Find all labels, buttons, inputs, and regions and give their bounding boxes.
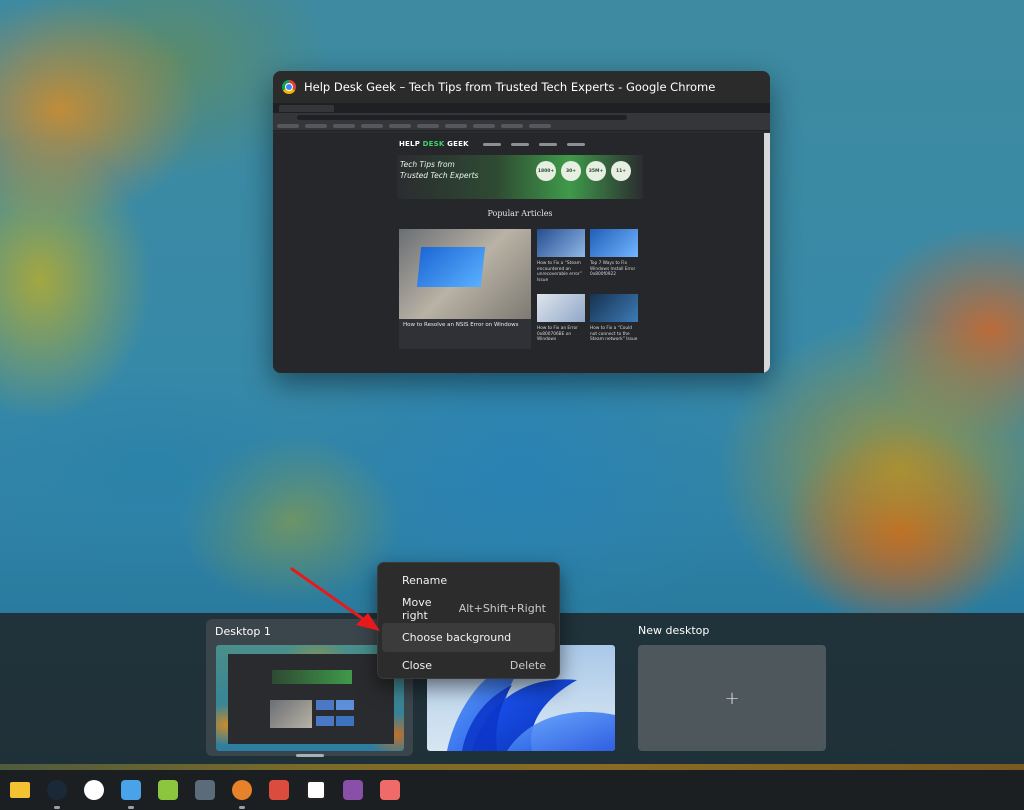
hero-stat: 30+	[561, 161, 581, 181]
running-indicator	[239, 806, 245, 809]
featured-article-title: How to Resolve an NSIS Error on Windows	[399, 319, 531, 349]
article-thumb	[590, 294, 638, 322]
todoist-icon	[269, 780, 289, 800]
winrar-taskbar-button[interactable]	[341, 778, 365, 802]
browser-tab-strip	[273, 103, 770, 113]
browser-scrollbar	[764, 133, 770, 373]
annotation-arrow-icon	[290, 567, 380, 631]
menu-item-shortcut: Delete	[509, 659, 546, 673]
desktop-1-label: Desktop 1	[215, 625, 271, 638]
active-desktop-indicator	[296, 754, 324, 757]
site-hero-banner: Tech Tips from Trusted Tech Experts 1800…	[397, 155, 643, 199]
calculator-taskbar-button[interactable]	[193, 778, 217, 802]
article-title: How to Fix a “Could not connect to the S…	[590, 326, 638, 342]
notepad-taskbar-button[interactable]	[119, 778, 143, 809]
website-page: HELP DESK GEEK Tech Tips from Trusted Te…	[273, 133, 770, 373]
desktop-1-thumbnail[interactable]	[216, 645, 404, 751]
notepadpp-icon	[158, 780, 178, 800]
menu-item-rename[interactable]: Rename	[382, 566, 555, 595]
menu-item-label: Move right	[402, 595, 432, 622]
menu-item-shortcut: Alt+Shift+Right	[458, 602, 546, 616]
article-thumb	[537, 229, 585, 257]
todoist-taskbar-button[interactable]	[267, 778, 291, 802]
notion-icon	[306, 780, 326, 800]
browser-tab	[279, 104, 334, 112]
hero-stats: 1800+ 30+ 35M+ 11+	[536, 161, 631, 181]
article-thumb	[537, 294, 585, 322]
steam-icon	[47, 780, 67, 800]
menu-item-choose-background[interactable]: Choose background	[382, 623, 555, 652]
notepad-icon	[121, 780, 141, 800]
article-title: How to Fix a “Steam encountered an unrec…	[537, 261, 583, 283]
asana-icon	[380, 780, 400, 800]
article-title: How to Fix an Error 0x800706BE on Window…	[537, 326, 578, 342]
desktop-context-menu: Rename Move right Alt+Shift+Right Choose…	[377, 562, 560, 679]
file-explorer-icon	[10, 782, 30, 798]
hero-stat: 35M+	[586, 161, 606, 181]
hero-stat: 11+	[611, 161, 631, 181]
slack-taskbar-button[interactable]	[82, 778, 106, 802]
running-indicator	[54, 806, 60, 809]
section-heading: Popular Articles	[487, 209, 553, 218]
browser-address-bar	[273, 113, 770, 122]
firefox-dev-icon	[232, 780, 252, 800]
winrar-icon	[343, 780, 363, 800]
slack-icon	[84, 780, 104, 800]
window-preview-chrome[interactable]: Help Desk Geek – Tech Tips from Trusted …	[273, 71, 770, 373]
site-logo: HELP DESK GEEK	[399, 140, 469, 148]
steam-taskbar-button[interactable]	[45, 778, 69, 809]
menu-item-close[interactable]: Close Delete	[382, 652, 555, 681]
article-title: Top 7 Ways to Fix Windows Install Error …	[590, 261, 636, 277]
running-indicator	[128, 806, 134, 809]
browser-content: HELP DESK GEEK Tech Tips from Trusted Te…	[273, 103, 770, 373]
firefox-dev-taskbar-button[interactable]	[230, 778, 254, 809]
new-desktop-label: New desktop	[638, 624, 710, 637]
hero-title: Tech Tips from Trusted Tech Experts	[400, 160, 479, 180]
menu-item-move-right[interactable]: Move right Alt+Shift+Right	[382, 595, 555, 624]
new-desktop-button[interactable]: +	[638, 645, 826, 751]
window-title: Help Desk Geek – Tech Tips from Trusted …	[304, 80, 716, 94]
article-thumb	[590, 229, 638, 257]
calculator-icon	[195, 780, 215, 800]
notepadpp-taskbar-button[interactable]	[156, 778, 180, 802]
notion-taskbar-button[interactable]	[304, 778, 328, 802]
file-explorer-taskbar-button[interactable]	[8, 778, 32, 802]
browser-bookmarks-bar	[273, 122, 770, 131]
menu-item-label: Close	[402, 659, 432, 673]
menu-item-label: Rename	[402, 573, 448, 587]
hero-stat: 1800+	[536, 161, 556, 181]
chrome-icon	[282, 80, 296, 94]
plus-icon: +	[724, 687, 740, 709]
featured-article-image	[399, 229, 531, 319]
menu-item-label: Choose background	[402, 630, 512, 644]
taskbar	[0, 770, 1024, 810]
asana-taskbar-button[interactable]	[378, 778, 402, 802]
window-titlebar[interactable]: Help Desk Geek – Tech Tips from Trusted …	[273, 71, 770, 103]
site-nav: HELP DESK GEEK	[399, 139, 643, 149]
